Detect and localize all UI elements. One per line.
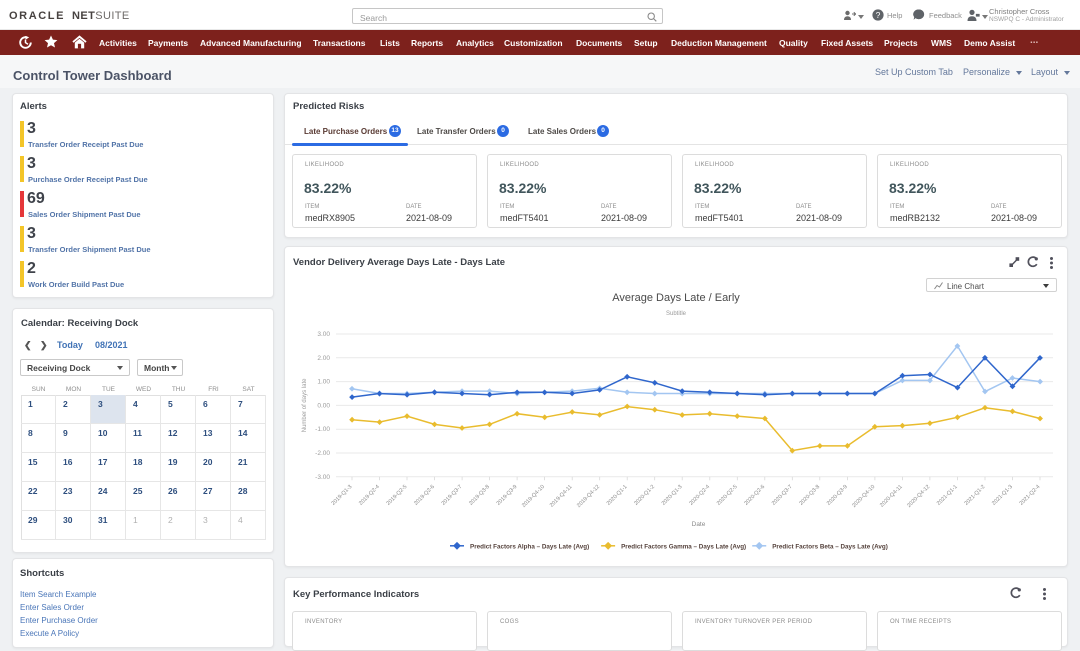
svg-text:2021-Q1-2: 2021-Q1-2 [964, 484, 987, 507]
svg-text:2.00: 2.00 [317, 355, 330, 362]
svg-text:1.00: 1.00 [317, 379, 330, 386]
svg-text:2019-Q3-9: 2019-Q3-9 [496, 484, 519, 507]
svg-text:2019-Q2-4: 2019-Q2-4 [358, 484, 381, 507]
svg-text:3.00: 3.00 [317, 331, 330, 338]
svg-text:2021-Q1-1: 2021-Q1-1 [936, 484, 959, 507]
svg-text:2019-Q2-6: 2019-Q2-6 [413, 484, 436, 507]
svg-text:2020-Q2-4: 2020-Q2-4 [688, 484, 711, 507]
svg-text:Predict Factors Gamma – Days L: Predict Factors Gamma – Days Late (Avg) [621, 543, 746, 550]
svg-text:Predict Factors Beta – Days La: Predict Factors Beta – Days Late (Avg) [772, 543, 888, 550]
svg-text:-2.00: -2.00 [315, 450, 330, 457]
svg-text:2020-Q2-6: 2020-Q2-6 [743, 484, 766, 507]
svg-text:2020-Q4-11: 2020-Q4-11 [879, 484, 904, 509]
svg-text:2019-Q2-5: 2019-Q2-5 [386, 484, 409, 507]
svg-text:2019-Q4-11: 2019-Q4-11 [549, 484, 574, 509]
svg-text:2019-Q4-12: 2019-Q4-12 [576, 484, 601, 509]
svg-text:2019-Q4-10: 2019-Q4-10 [521, 484, 546, 509]
svg-text:2019-Q1-3: 2019-Q1-3 [331, 484, 354, 507]
svg-text:2021-Q2-4: 2021-Q2-4 [1019, 484, 1042, 507]
svg-text:2020-Q4-12: 2020-Q4-12 [906, 484, 931, 509]
svg-text:2020-Q1-1: 2020-Q1-1 [606, 484, 629, 507]
svg-text:2020-Q1-2: 2020-Q1-2 [633, 484, 656, 507]
svg-text:Predict Factors Alpha – Days L: Predict Factors Alpha – Days Late (Avg) [470, 543, 589, 550]
svg-text:-3.00: -3.00 [315, 474, 330, 481]
svg-text:2021-Q1-3: 2021-Q1-3 [991, 484, 1014, 507]
svg-text:2020-Q3-9: 2020-Q3-9 [826, 484, 849, 507]
svg-text:2020-Q4-10: 2020-Q4-10 [851, 484, 876, 509]
svg-text:Date: Date [692, 521, 706, 528]
svg-text:2020-Q3-8: 2020-Q3-8 [798, 484, 821, 507]
svg-text:2020-Q1-3: 2020-Q1-3 [661, 484, 684, 507]
svg-text:Number of days late: Number of days late [302, 378, 308, 432]
svg-text:-1.00: -1.00 [315, 426, 330, 433]
svg-text:2020-Q2-5: 2020-Q2-5 [716, 484, 739, 507]
svg-text:2019-Q3-7: 2019-Q3-7 [441, 484, 464, 507]
svg-text:2020-Q3-7: 2020-Q3-7 [771, 484, 794, 507]
svg-text:0.00: 0.00 [317, 402, 330, 409]
svg-text:?: ? [876, 10, 881, 20]
svg-text:2019-Q3-8: 2019-Q3-8 [468, 484, 491, 507]
